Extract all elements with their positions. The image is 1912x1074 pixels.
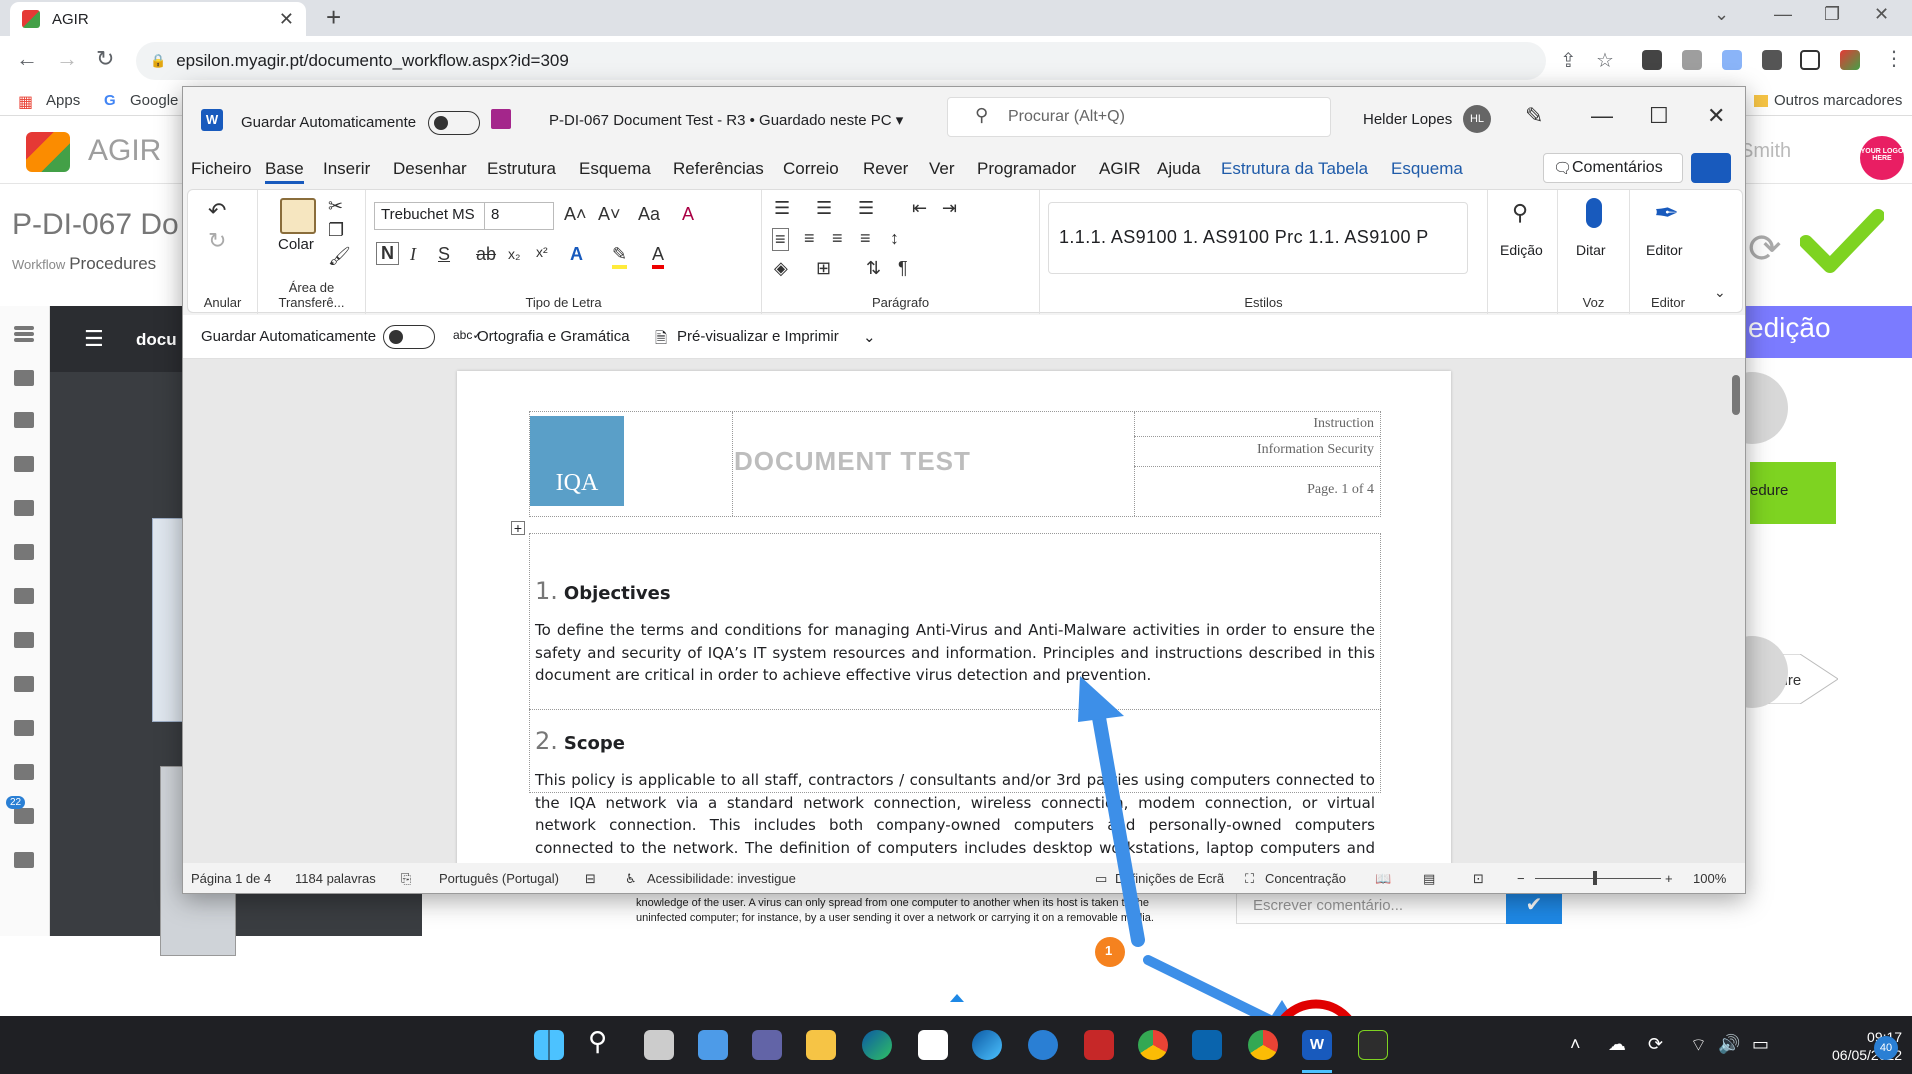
notification-badge[interactable]: 40 [1874,1036,1898,1060]
store-icon[interactable] [918,1030,948,1060]
onedrive-icon[interactable]: ☁ [1608,1034,1626,1055]
word-taskbar-icon[interactable]: W [1302,1030,1332,1060]
outlook-icon[interactable] [1192,1030,1222,1060]
task-view-icon[interactable] [644,1030,674,1060]
file-explorer-icon[interactable] [806,1030,836,1060]
teams-icon[interactable] [752,1030,782,1060]
help-icon[interactable] [1028,1030,1058,1060]
app-icon[interactable] [1358,1030,1388,1060]
tutorial-annotation [1078,676,1363,1074]
battery-icon[interactable]: ▭ [1752,1034,1769,1055]
wifi-icon[interactable]: ⌔ [1690,1034,1707,1057]
arrow-to-document [1078,676,1145,947]
sync-icon[interactable]: ⟳ [1648,1034,1663,1055]
active-indicator [1302,1070,1332,1073]
search-icon[interactable]: ⚲ [588,1026,618,1056]
edge-beta-icon[interactable] [972,1030,1002,1060]
volume-icon[interactable]: 🔊 [1718,1034,1740,1055]
step-number: 1 [1105,943,1113,958]
chrome-icon[interactable] [1138,1030,1168,1060]
show-hidden-icons-icon[interactable]: ˄ [1570,1034,1581,1055]
edge-icon[interactable] [862,1030,892,1060]
start-icon[interactable] [534,1030,564,1060]
taskbar: ⚲ W ˄ ☁ ⟳ ⌔ 🔊 ▭ 09:17 06/05/2022 40 [0,1016,1912,1074]
widgets-icon[interactable] [698,1030,728,1060]
chrome-icon[interactable] [1248,1030,1278,1060]
mcafee-icon[interactable] [1084,1030,1114,1060]
